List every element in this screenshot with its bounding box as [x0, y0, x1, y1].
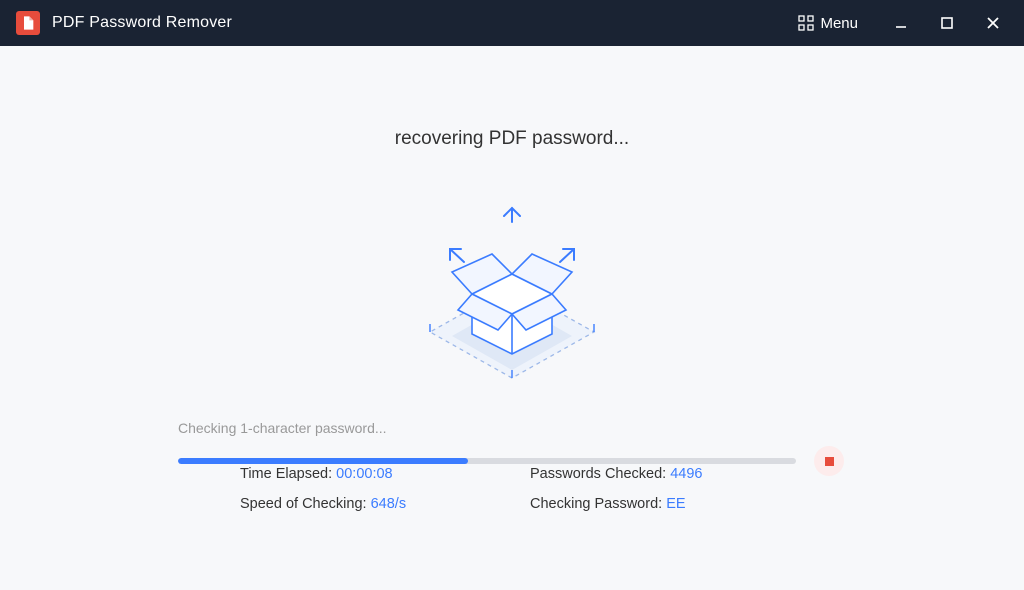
pdf-icon — [20, 15, 36, 31]
passwords-checked-label: Passwords Checked: — [530, 466, 670, 482]
app-title: PDF Password Remover — [52, 14, 232, 32]
stat-current-password: Checking Password: EE — [530, 496, 800, 512]
minimize-button[interactable] — [878, 0, 924, 46]
progress-fill — [178, 458, 468, 464]
window-controls — [878, 0, 1016, 46]
minimize-icon — [894, 16, 908, 30]
main-panel: recovering PDF password... — [0, 46, 1024, 590]
passwords-checked-value: 4496 — [670, 466, 702, 482]
maximize-icon — [940, 16, 954, 30]
grid-icon — [798, 15, 814, 31]
box-illustration — [392, 194, 632, 394]
stop-icon — [825, 457, 834, 466]
close-button[interactable] — [970, 0, 1016, 46]
time-elapsed-label: Time Elapsed: — [240, 466, 336, 482]
maximize-button[interactable] — [924, 0, 970, 46]
app-icon — [16, 11, 40, 35]
titlebar: PDF Password Remover Menu — [0, 0, 1024, 46]
stop-button[interactable] — [814, 446, 844, 476]
current-label: Checking Password: — [530, 496, 666, 512]
current-value: EE — [666, 496, 685, 512]
speed-label: Speed of Checking: — [240, 496, 371, 512]
time-elapsed-value: 00:00:08 — [336, 466, 392, 482]
menu-label: Menu — [820, 15, 858, 32]
speed-value: 648/s — [371, 496, 406, 512]
stat-time-elapsed: Time Elapsed: 00:00:08 — [240, 466, 530, 482]
stat-speed: Speed of Checking: 648/s — [240, 496, 530, 512]
progress-text: Checking 1-character password... — [178, 420, 846, 436]
close-icon — [986, 16, 1000, 30]
menu-button[interactable]: Menu — [788, 9, 868, 38]
stat-passwords-checked: Passwords Checked: 4496 — [530, 466, 800, 482]
status-heading: recovering PDF password... — [0, 128, 1024, 150]
progress-bar — [178, 458, 796, 464]
stats-grid: Time Elapsed: 00:00:08 Passwords Checked… — [240, 466, 800, 512]
